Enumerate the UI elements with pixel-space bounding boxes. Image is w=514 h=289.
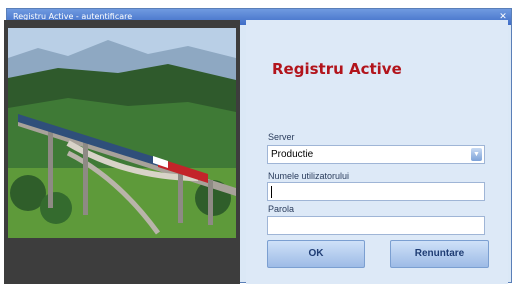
server-select[interactable]: Productie ▼: [267, 145, 485, 164]
ok-button[interactable]: OK: [267, 240, 365, 268]
text-cursor: [271, 186, 272, 198]
cancel-button[interactable]: Renuntare: [390, 240, 489, 268]
server-label: Server: [268, 132, 295, 142]
railway-bridge-photo: [8, 28, 236, 238]
login-form-panel: Registru Active Server Productie ▼ Numel…: [246, 20, 508, 284]
password-label: Parola: [268, 204, 295, 214]
username-field[interactable]: [267, 182, 485, 201]
image-panel: [4, 20, 240, 284]
password-field[interactable]: [267, 216, 485, 235]
chevron-down-icon[interactable]: ▼: [471, 148, 482, 161]
username-label: Numele utilizatorului: [268, 171, 350, 181]
app-title: Registru Active: [272, 60, 402, 78]
server-select-value: Productie: [271, 149, 314, 160]
